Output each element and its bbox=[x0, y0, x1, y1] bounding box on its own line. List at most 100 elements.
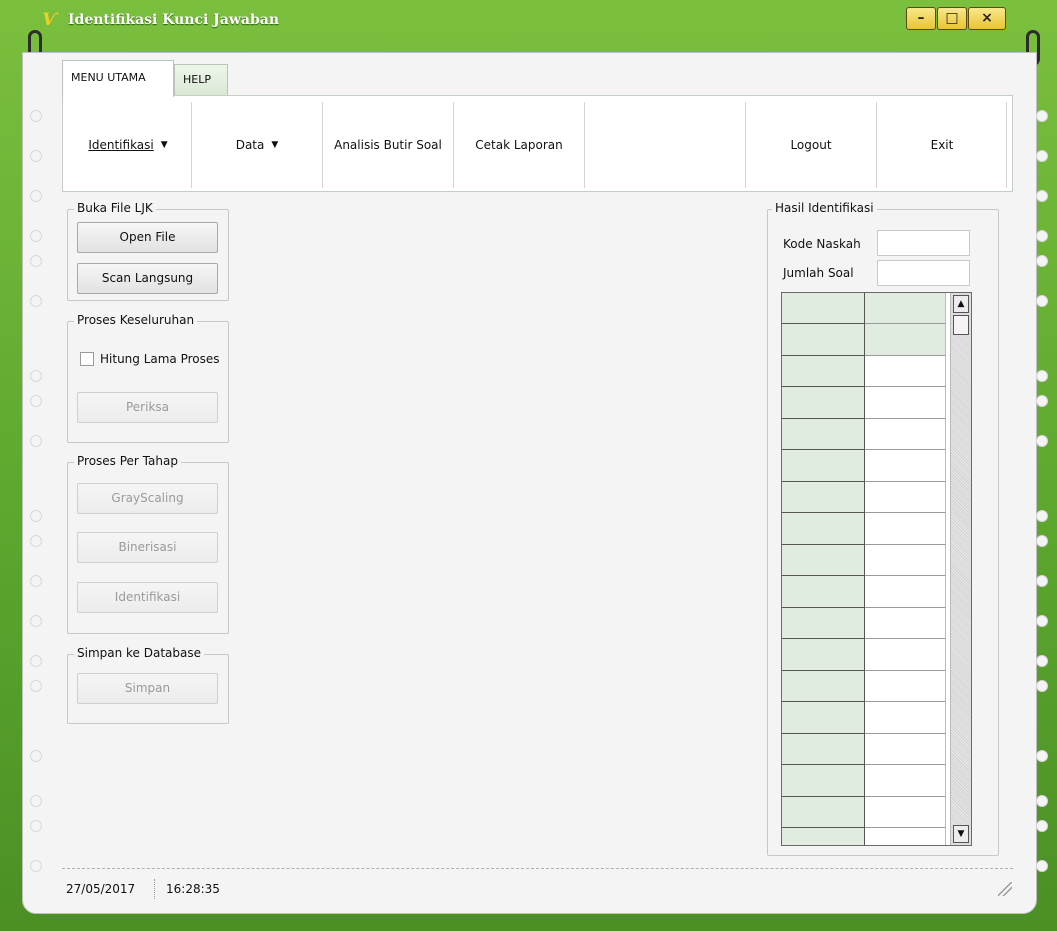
tab-menu-utama[interactable]: MENU UTAMA bbox=[62, 60, 174, 97]
grid-row[interactable] bbox=[782, 293, 952, 325]
vertical-scrollbar[interactable]: ▲ ▼ bbox=[950, 293, 971, 845]
binder-hole bbox=[30, 655, 42, 667]
binder-hole bbox=[30, 370, 42, 382]
grid-row[interactable] bbox=[782, 639, 952, 671]
binder-hole bbox=[1036, 395, 1048, 407]
proses-per-tahap-title: Proses Per Tahap bbox=[74, 454, 181, 468]
simpan-database-title: Simpan ke Database bbox=[74, 646, 205, 660]
binerisasi-button[interactable]: Binerisasi bbox=[77, 532, 218, 563]
scroll-down-button[interactable]: ▼ bbox=[953, 825, 969, 843]
grid-value-cell[interactable] bbox=[865, 733, 946, 766]
logout-button[interactable]: Logout bbox=[747, 104, 875, 186]
grid-row[interactable] bbox=[782, 387, 952, 419]
grid-value-cell[interactable] bbox=[865, 355, 946, 388]
identifikasi-menu-button[interactable]: Identifikasi ▼ bbox=[67, 104, 189, 186]
grid-row-header-cell bbox=[782, 450, 865, 482]
grid-value-cell[interactable] bbox=[865, 828, 946, 845]
grid-row[interactable] bbox=[782, 513, 952, 545]
kode-naskah-field[interactable] bbox=[877, 230, 970, 256]
binder-hole bbox=[30, 575, 42, 587]
grid-value-cell[interactable] bbox=[865, 324, 946, 356]
grid-row[interactable] bbox=[782, 607, 952, 640]
proses-keseluruhan-title: Proses Keseluruhan bbox=[74, 313, 198, 327]
binder-hole bbox=[1036, 860, 1048, 872]
binder-hole bbox=[1036, 230, 1048, 242]
binder-hole bbox=[30, 820, 42, 832]
open-file-button[interactable]: Open File bbox=[77, 222, 218, 253]
hasil-identifikasi-title: Hasil Identifikasi bbox=[772, 201, 877, 215]
close-button[interactable]: × bbox=[968, 7, 1006, 30]
binder-hole bbox=[30, 395, 42, 407]
simpan-button[interactable]: Simpan bbox=[77, 673, 218, 704]
grid-row-header-cell bbox=[782, 607, 865, 640]
grid-row[interactable] bbox=[782, 576, 952, 608]
grid-value-cell[interactable] bbox=[865, 607, 946, 640]
identifikasi-button[interactable]: Identifikasi bbox=[77, 582, 218, 613]
grid-row[interactable] bbox=[782, 796, 952, 829]
grid-row[interactable] bbox=[782, 481, 952, 514]
hitung-lama-proses-checkbox[interactable] bbox=[80, 352, 94, 366]
grid-row[interactable] bbox=[782, 450, 952, 482]
tab-help[interactable]: HELP bbox=[174, 64, 228, 96]
identifikasi-menu-label: Identifikasi bbox=[88, 138, 154, 152]
grid-value-cell[interactable] bbox=[865, 576, 946, 608]
grid-row[interactable] bbox=[782, 733, 952, 766]
ribbon-separator bbox=[453, 102, 454, 188]
grid-row[interactable] bbox=[782, 702, 952, 734]
cetak-label: Cetak Laporan bbox=[475, 138, 563, 152]
grid-value-cell[interactable] bbox=[865, 796, 946, 829]
status-time: 16:28:35 bbox=[166, 882, 220, 896]
jumlah-soal-field[interactable] bbox=[877, 260, 970, 286]
ribbon-separator bbox=[876, 102, 877, 188]
grid-value-cell[interactable] bbox=[865, 544, 946, 577]
dropdown-arrow-icon: ▼ bbox=[160, 140, 168, 150]
grid-row-header-cell bbox=[782, 828, 865, 845]
resize-grip-icon[interactable] bbox=[998, 882, 1012, 896]
app-logo-icon: Ѵ bbox=[42, 10, 58, 30]
grid-value-cell[interactable] bbox=[865, 639, 946, 671]
binder-hole bbox=[1036, 435, 1048, 447]
binder-hole bbox=[30, 615, 42, 627]
status-date: 27/05/2017 bbox=[66, 882, 136, 896]
window-title: Identifikasi Kunci Jawaban bbox=[68, 12, 280, 28]
grid-row[interactable] bbox=[782, 324, 952, 356]
scroll-up-button[interactable]: ▲ bbox=[953, 295, 969, 313]
grid-value-cell[interactable] bbox=[865, 513, 946, 545]
grid-value-cell[interactable] bbox=[865, 702, 946, 734]
grid-row-header-cell bbox=[782, 387, 865, 419]
scan-langsung-button[interactable]: Scan Langsung bbox=[77, 263, 218, 294]
grid-value-cell[interactable] bbox=[865, 481, 946, 514]
ribbon-separator bbox=[584, 102, 585, 188]
grid-row[interactable] bbox=[782, 544, 952, 577]
scroll-thumb[interactable] bbox=[953, 315, 969, 335]
grid-value-cell[interactable] bbox=[865, 670, 946, 703]
grid-value-cell[interactable] bbox=[865, 765, 946, 797]
grid-value-cell[interactable] bbox=[865, 387, 946, 419]
periksa-button[interactable]: Periksa bbox=[77, 392, 218, 423]
maximize-button[interactable]: □ bbox=[937, 7, 967, 30]
binder-hole bbox=[1036, 190, 1048, 202]
grid-row[interactable] bbox=[782, 670, 952, 703]
grid-value-cell[interactable] bbox=[865, 450, 946, 482]
grid-row[interactable] bbox=[782, 765, 952, 797]
cetak-laporan-button[interactable]: Cetak Laporan bbox=[455, 104, 583, 186]
hitung-lama-proses-label[interactable]: Hitung Lama Proses bbox=[100, 352, 220, 366]
grid-row-header-cell bbox=[782, 418, 865, 451]
exit-button[interactable]: Exit bbox=[878, 104, 1006, 186]
binder-hole bbox=[1036, 575, 1048, 587]
data-menu-button[interactable]: Data ▼ bbox=[193, 104, 321, 186]
grid-value-cell[interactable] bbox=[865, 293, 946, 325]
binder-hole bbox=[1036, 510, 1048, 522]
analisis-butir-soal-button[interactable]: Analisis Butir Soal bbox=[324, 104, 452, 186]
grid-row[interactable] bbox=[782, 828, 952, 845]
exit-label: Exit bbox=[930, 138, 954, 152]
grayscaling-button[interactable]: GrayScaling bbox=[77, 483, 218, 514]
status-bar-divider bbox=[62, 868, 1013, 869]
minimize-button[interactable]: – bbox=[906, 7, 936, 30]
grid-row[interactable] bbox=[782, 355, 952, 388]
grid-row[interactable] bbox=[782, 418, 952, 451]
binder-hole bbox=[30, 860, 42, 872]
grid-value-cell[interactable] bbox=[865, 418, 946, 451]
grid-row-header-cell bbox=[782, 293, 865, 325]
hasil-grid[interactable]: ▲ ▼ bbox=[781, 292, 972, 846]
